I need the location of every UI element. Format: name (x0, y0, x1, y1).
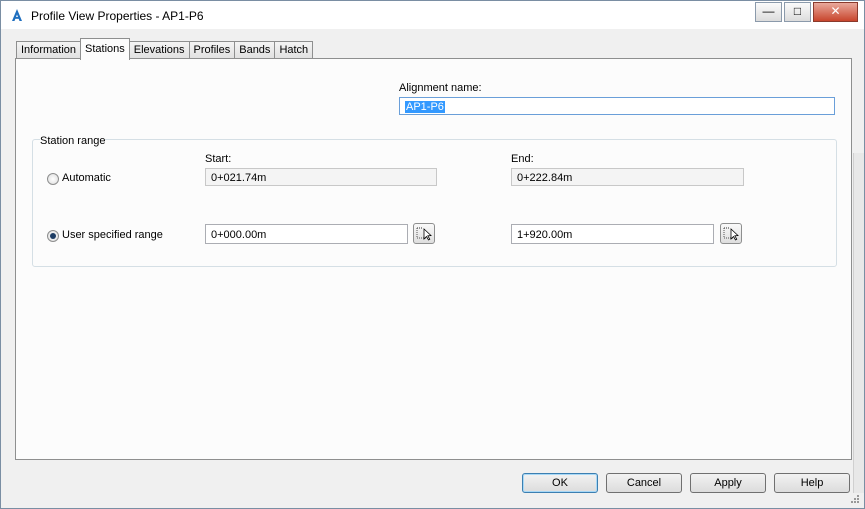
ok-button[interactable]: OK (522, 473, 598, 493)
alignment-name-value: AP1-P6 (405, 101, 445, 113)
window-title: Profile View Properties - AP1-P6 (31, 9, 204, 23)
window-controls: — □ ✕ (753, 2, 858, 22)
stations-panel: Alignment name: AP1-P6 Station range Sta… (15, 58, 852, 460)
minimize-icon: — (762, 4, 775, 18)
automatic-radio[interactable] (47, 173, 59, 185)
pick-station-icon (723, 227, 739, 241)
maximize-icon: □ (793, 4, 802, 18)
help-button[interactable]: Help (774, 473, 850, 493)
automatic-end-field: 0+222.84m (511, 168, 744, 186)
maximize-button[interactable]: □ (784, 2, 811, 22)
close-icon: ✕ (830, 4, 841, 18)
end-label: End: (511, 153, 534, 165)
user-specified-label[interactable]: User specified range (62, 229, 163, 241)
vertical-scrollbar[interactable] (853, 153, 864, 493)
apply-button[interactable]: Apply (690, 473, 766, 493)
alignment-name-field[interactable]: AP1-P6 (399, 97, 835, 115)
minimize-button[interactable]: — (755, 2, 782, 22)
pick-station-icon (416, 227, 432, 241)
user-specified-radio[interactable] (47, 230, 59, 242)
tab-information[interactable]: Information (16, 41, 82, 59)
user-start-field[interactable]: 0+000.00m (205, 224, 408, 244)
close-button[interactable]: ✕ (813, 2, 858, 22)
tab-profiles[interactable]: Profiles (188, 41, 236, 59)
title-bar[interactable]: Profile View Properties - AP1-P6 — □ ✕ (1, 1, 864, 29)
tab-stations[interactable]: Stations (80, 38, 130, 60)
dialog-window: Profile View Properties - AP1-P6 — □ ✕ I… (0, 0, 865, 509)
tab-bands[interactable]: Bands (234, 41, 276, 59)
civil3d-app-icon (12, 9, 22, 21)
tab-elevations[interactable]: Elevations (128, 41, 190, 59)
station-range-legend: Station range (40, 135, 106, 147)
pick-start-station-button[interactable] (413, 223, 435, 244)
start-label: Start: (205, 153, 232, 165)
tab-bar: Information Stations Elevations Profiles… (16, 38, 314, 60)
automatic-start-field: 0+021.74m (205, 168, 437, 186)
pick-end-station-button[interactable] (720, 223, 742, 244)
resize-grip-icon[interactable] (850, 494, 860, 504)
automatic-label[interactable]: Automatic (62, 172, 111, 184)
tab-hatch[interactable]: Hatch (274, 41, 314, 59)
cancel-button[interactable]: Cancel (606, 473, 682, 493)
user-end-field[interactable]: 1+920.00m (511, 224, 714, 244)
station-range-group (32, 139, 837, 267)
alignment-name-label: Alignment name: (399, 82, 482, 94)
